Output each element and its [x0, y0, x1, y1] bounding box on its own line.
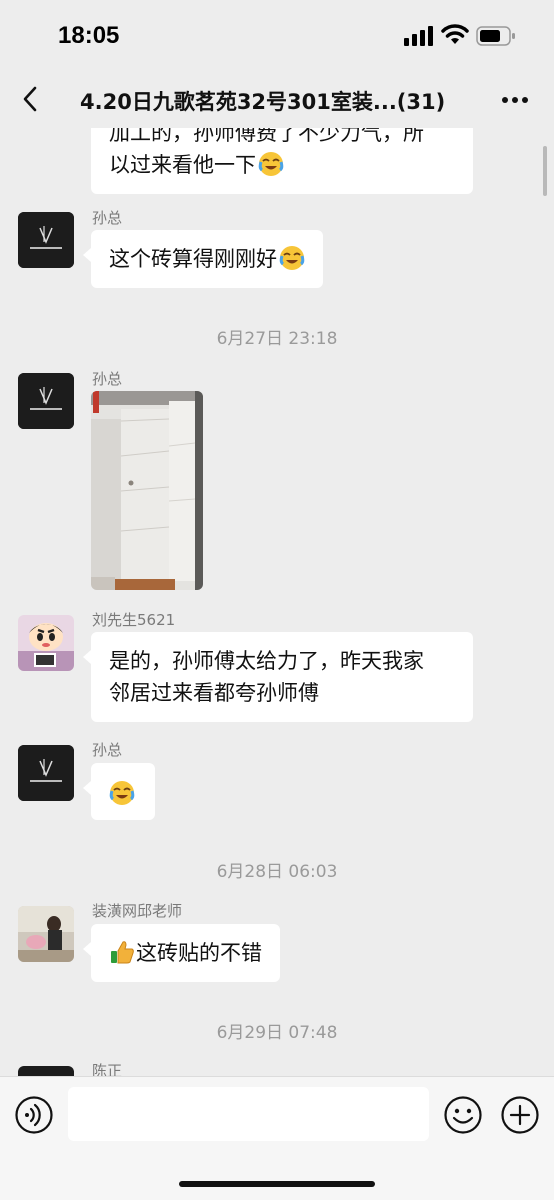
battery-icon	[476, 26, 515, 46]
photo-avatar[interactable]	[18, 906, 74, 962]
message-bubble[interactable]: 这个砖算得刚刚好	[83, 230, 323, 288]
sender-name: 陈正	[92, 1062, 123, 1076]
plus-icon[interactable]	[500, 1095, 540, 1135]
message-input[interactable]	[68, 1087, 429, 1141]
timestamp: 6月29日 07:48	[216, 1023, 338, 1043]
photo-image	[91, 391, 203, 590]
status-bar: 18:05	[0, 0, 554, 72]
logo-icon	[18, 373, 74, 429]
message-line: 邻居过来看都夸孙师傅	[109, 681, 319, 705]
company-logo-avatar[interactable]	[18, 212, 74, 268]
message-line: 加工的，孙师傅费了不少力气，所	[109, 128, 424, 145]
sender-name: 孙总	[92, 209, 123, 227]
more-dots-icon[interactable]	[500, 94, 530, 106]
message-line: 这砖贴的不错	[136, 941, 262, 965]
sender-name: 孙总	[92, 370, 123, 388]
sender-name: 孙总	[92, 741, 123, 759]
message-bubble[interactable]: 是的，孙师傅太给力了，昨天我家 邻居过来看都夸孙师傅	[83, 632, 473, 722]
scrollbar[interactable]	[543, 146, 547, 196]
logo-icon	[18, 745, 74, 801]
thumbs-up-emoji-icon	[111, 941, 134, 964]
chevron-left-icon[interactable]	[18, 84, 42, 114]
timestamp: 6月28日 06:03	[216, 862, 338, 882]
message-bubble[interactable]: 加工的，孙师傅费了不少力气，所 以过来看他一下	[91, 128, 473, 194]
voice-icon[interactable]	[14, 1095, 54, 1135]
message-line: 以过来看他一下	[109, 153, 256, 177]
crying-laughing-emoji-icon	[258, 152, 284, 176]
company-logo-avatar[interactable]	[18, 745, 74, 801]
cartoon-avatar[interactable]	[18, 615, 74, 671]
emoji-icon[interactable]	[443, 1095, 483, 1135]
message-bubble[interactable]	[83, 763, 155, 820]
wifi-icon	[441, 24, 469, 44]
partial-avatar[interactable]	[18, 1066, 74, 1076]
home-indicator	[179, 1181, 375, 1187]
company-logo-avatar[interactable]	[18, 373, 74, 429]
signal-icon	[404, 26, 433, 46]
chat-title: 4.20日九歌茗苑32号301室装...(31)	[80, 90, 446, 114]
input-bar	[0, 1076, 554, 1200]
status-time: 18:05	[58, 22, 120, 49]
sender-name: 装潢网邱老师	[92, 902, 183, 920]
bathroom-tile-photo[interactable]	[91, 391, 203, 590]
photo-avatar-image	[18, 906, 74, 962]
message-line: 是的，孙师傅太给力了，昨天我家	[109, 649, 424, 673]
timestamp: 6月27日 23:18	[216, 329, 338, 349]
chat-header: 4.20日九歌茗苑32号301室装...(31)	[0, 72, 554, 128]
cartoon-avatar-image	[18, 615, 74, 671]
logo-icon	[18, 212, 74, 268]
crying-laughing-emoji-icon	[279, 246, 305, 270]
crying-laughing-emoji-icon	[109, 781, 135, 805]
sender-name: 刘先生5621	[92, 611, 176, 629]
message-list[interactable]: 加工的，孙师傅费了不少力气，所 以过来看他一下 孙总 这个砖算得刚刚好 6月27…	[0, 128, 554, 1076]
message-bubble[interactable]: 这砖贴的不错	[83, 924, 280, 982]
message-line: 这个砖算得刚刚好	[109, 247, 277, 271]
